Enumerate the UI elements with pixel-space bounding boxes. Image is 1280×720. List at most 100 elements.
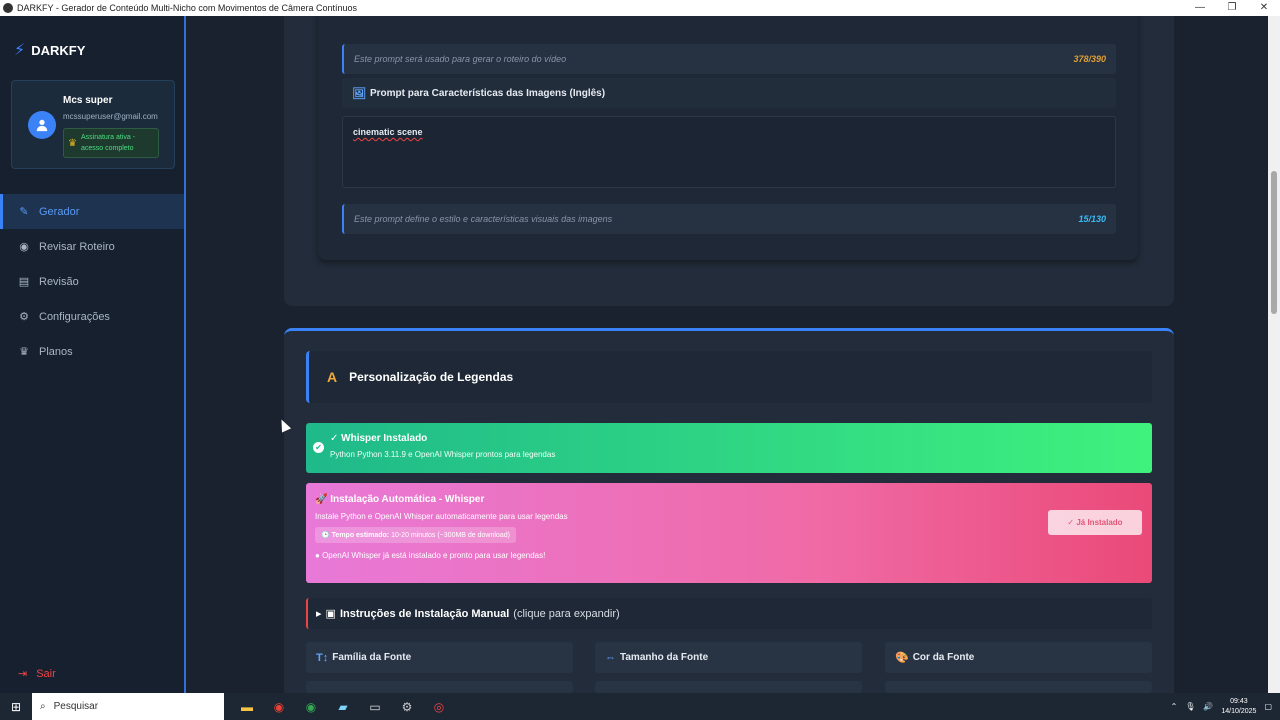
microphone-icon[interactable]: 🎙	[1185, 702, 1195, 711]
notepad-icon[interactable]: ▰	[332, 696, 354, 718]
font-size-label: ⇔ Tamanho da Fonte	[595, 642, 862, 673]
maximize-button[interactable]: ❐	[1216, 0, 1248, 16]
sidebar-item-label: Planos	[39, 345, 73, 358]
book-icon: ▣	[325, 608, 336, 620]
subtitles-panel: A Personalização de Legendas ✔ ✓ Whisper…	[284, 328, 1174, 693]
main-content: Este prompt será usado para gerar o rote…	[188, 16, 1268, 693]
user-name: Mcs super	[63, 95, 113, 106]
brand-name: DARKFY	[31, 42, 86, 58]
taskbar: ⊞ ⌕ Pesquisar ▬ ◉ ◉ ▰ ▭ ⚙ ◎ ⌃ 🎙 🔊 09:43 …	[0, 693, 1280, 720]
manual-install-hint: (clique para expandir)	[513, 607, 620, 620]
font-family-label: T↕ Família da Fonte	[306, 642, 573, 673]
sidebar-item-label: Configurações	[39, 310, 110, 323]
taskbar-search[interactable]: ⌕ Pesquisar	[32, 693, 224, 720]
whisper-installed-title: ✓ Whisper Instalado	[330, 433, 428, 444]
image-prompt-counter: 15/130	[1078, 214, 1106, 224]
subscription-badge: ♛ Assinatura ativa - acesso completo	[63, 128, 159, 158]
taskbar-apps: ▬ ◉ ◉ ▰ ▭ ⚙ ◎	[236, 696, 450, 718]
estimated-time-label: Tempo estimado:	[331, 532, 390, 539]
user-email: mcssuperuser@gmail.com	[63, 112, 158, 121]
already-installed-button[interactable]: ✓ Já Instalado	[1048, 510, 1142, 535]
sidebar-item-configuracoes[interactable]: ⚙ Configurações	[0, 299, 184, 334]
image-prompt-label: 🖼 Prompt para Características das Imagen…	[342, 78, 1116, 108]
image-prompt-value: cinematic scene	[353, 127, 423, 137]
sidebar: ⚡ DARKFY Mcs super mcssuperuser@gmail.co…	[0, 16, 186, 693]
crown-icon: ♛	[68, 137, 77, 149]
logout-label: Sair	[36, 667, 56, 680]
chevron-up-icon[interactable]: ⌃	[1171, 702, 1178, 711]
notifications-icon[interactable]: ▢	[1264, 702, 1272, 711]
font-family-select[interactable]	[306, 681, 573, 693]
window-title: DARKFY - Gerador de Conteúdo Multi-Nicho…	[17, 3, 357, 13]
terminal-icon[interactable]: ▭	[364, 696, 386, 718]
auto-install-title: 🚀 Instalação Automática - Whisper	[315, 494, 485, 505]
font-size-select[interactable]	[595, 681, 862, 693]
sidebar-item-label: Gerador	[39, 205, 80, 218]
sidebar-item-gerador[interactable]: ✎ Gerador	[0, 194, 184, 229]
sidebar-item-revisar-roteiro[interactable]: ◉ Revisar Roteiro	[0, 229, 184, 264]
sidebar-item-label: Revisar Roteiro	[39, 240, 115, 253]
brand-logo[interactable]: ⚡ DARKFY	[14, 40, 85, 60]
image-prompt-hint-text: Este prompt define o estilo e caracterís…	[354, 214, 613, 224]
auto-install-status: ● OpenAI Whisper já está instalado e pro…	[315, 551, 546, 560]
prompt-card: Este prompt será usado para gerar o rote…	[318, 16, 1138, 260]
image-prompt-label-text: Prompt para Características das Imagens …	[369, 87, 606, 99]
font-color-select[interactable]	[885, 681, 1152, 693]
gear-icon: ⚙	[19, 311, 29, 323]
check-circle-icon: ✔	[313, 442, 324, 453]
logout-icon: ⇥	[18, 668, 28, 680]
whisper-installed-banner: ✔ ✓ Whisper Instalado Python Python 3.11…	[306, 423, 1152, 473]
script-prompt-hint: Este prompt será usado para gerar o rote…	[342, 44, 1116, 74]
text-width-icon: ⇔	[605, 651, 616, 664]
close-button[interactable]: ✕	[1248, 0, 1280, 16]
clock-date: 14/10/2025	[1221, 707, 1257, 715]
logout-button[interactable]: ⇥ Sair	[18, 667, 56, 681]
image-prompt-textarea[interactable]: cinematic scene	[342, 116, 1116, 188]
font-a-icon: A	[327, 369, 338, 385]
settings-app-icon[interactable]: ⚙	[396, 696, 418, 718]
window-titlebar: DARKFY - Gerador de Conteúdo Multi-Nicho…	[0, 0, 1280, 16]
estimated-time-value: 10-20 minutos (~300MB de download)	[391, 532, 510, 539]
clock-icon: 🕒	[321, 532, 330, 539]
auto-install-desc: Instale Python e OpenAI Whisper automati…	[315, 512, 568, 521]
check-circle-icon: ●	[315, 551, 320, 560]
subtitles-section-header: A Personalização de Legendas	[306, 351, 1152, 403]
manual-install-title: Instruções de Instalação Manual	[339, 607, 510, 620]
image-icon: 🖼	[352, 87, 366, 100]
script-prompt-counter: 378/390	[1073, 54, 1106, 64]
sidebar-item-revisao[interactable]: ▤ Revisão	[0, 264, 184, 299]
rocket-icon: 🚀	[315, 494, 328, 505]
script-prompt-hint-text: Este prompt será usado para gerar o rote…	[354, 54, 567, 64]
user-card: Mcs super mcssuperuser@gmail.com ♛ Assin…	[11, 80, 175, 169]
search-placeholder: Pesquisar	[53, 701, 99, 712]
subscription-text: Assinatura ativa - acesso completo	[80, 134, 136, 152]
whisper-installed-desc: Python Python 3.11.9 e OpenAI Whisper pr…	[330, 450, 556, 459]
chrome-profile-icon[interactable]: ◉	[300, 696, 322, 718]
estimated-time-pill: 🕒 Tempo estimado: 10-20 minutos (~300MB …	[315, 527, 516, 543]
volume-icon[interactable]: 🔊	[1203, 702, 1213, 711]
page-scrollbar[interactable]	[1268, 16, 1280, 693]
subtitles-title: Personalização de Legendas	[349, 370, 514, 384]
text-height-icon: T↕	[316, 651, 329, 664]
bolt-icon: ⚡	[14, 42, 26, 59]
minimize-button[interactable]: —	[1184, 0, 1216, 16]
user-icon	[36, 119, 48, 132]
app-icon	[3, 3, 13, 13]
font-color-label: 🎨 Cor da Fonte	[885, 642, 1152, 673]
manual-install-toggle[interactable]: ▸ ▣ Instruções de Instalação Manual (cli…	[306, 598, 1152, 629]
system-tray: ⌃ 🎙 🔊 09:43 14/10/2025 ▢	[1171, 693, 1272, 720]
pencil-icon: ✎	[19, 206, 29, 218]
window-controls: — ❐ ✕	[1184, 0, 1280, 16]
scrollbar-thumb[interactable]	[1271, 171, 1277, 314]
sidebar-nav: ✎ Gerador ◉ Revisar Roteiro ▤ Revisão ⚙ …	[0, 194, 184, 369]
clipboard-icon: ▤	[18, 276, 30, 288]
clock[interactable]: 09:43 14/10/2025	[1221, 697, 1256, 717]
sidebar-item-planos[interactable]: ♛ Planos	[0, 334, 184, 369]
file-explorer-icon[interactable]: ▬	[236, 696, 258, 718]
auto-install-card: 🚀 Instalação Automática - Whisper Instal…	[306, 483, 1152, 583]
windows-start-button[interactable]: ⊞	[0, 693, 32, 720]
clock-time: 09:43	[1230, 697, 1248, 705]
darkfy-app-icon[interactable]: ◎	[428, 696, 450, 718]
search-icon: ⌕	[40, 701, 46, 712]
chrome-icon[interactable]: ◉	[268, 696, 290, 718]
